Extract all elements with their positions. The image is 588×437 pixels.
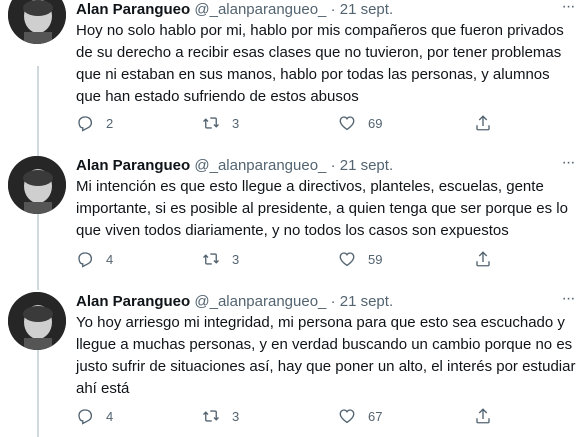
retweet-count: 3 <box>232 408 240 424</box>
like-button[interactable]: 69 <box>338 113 382 133</box>
avatar[interactable] <box>8 156 66 214</box>
retweet-icon <box>203 117 219 129</box>
author-handle[interactable]: @_alanparangueo_ <box>194 157 326 174</box>
tweet[interactable]: Alan Parangueo @_alanparangueo_ · 21 sep… <box>0 291 588 437</box>
more-options-icon[interactable]: ··· <box>558 291 578 312</box>
share-icon <box>476 408 490 424</box>
retweet-icon <box>203 253 219 265</box>
like-count: 69 <box>368 115 383 131</box>
retweet-button[interactable]: 3 <box>202 249 239 269</box>
like-count: 59 <box>368 251 383 267</box>
timestamp[interactable]: 21 sept. <box>340 293 393 310</box>
share-icon <box>476 115 490 131</box>
tweet-actions: 4 3 59 <box>76 249 506 269</box>
reply-count: 2 <box>106 115 114 131</box>
retweet-icon <box>203 410 219 422</box>
separator: · <box>330 157 336 174</box>
avatar[interactable] <box>8 0 66 44</box>
retweet-count: 3 <box>232 115 240 131</box>
share-button[interactable] <box>474 406 492 426</box>
reply-button[interactable]: 4 <box>76 406 113 426</box>
share-button[interactable] <box>474 113 492 133</box>
heart-icon <box>339 409 355 424</box>
reply-icon <box>78 409 93 425</box>
author-name[interactable]: Alan Parangueo <box>76 157 190 174</box>
heart-icon <box>339 116 355 131</box>
reply-button[interactable]: 2 <box>76 113 113 133</box>
like-button[interactable]: 67 <box>338 406 382 426</box>
reply-icon <box>78 252 93 268</box>
heart-icon <box>339 252 355 267</box>
tweet-text: Mi intención es que esto llegue a direct… <box>76 178 568 239</box>
like-count: 67 <box>368 408 383 424</box>
tweet-text: Hoy no solo hablo por mi, hablo por mis … <box>76 22 564 105</box>
reply-count: 4 <box>106 251 114 267</box>
share-button[interactable] <box>474 249 492 269</box>
tweet-actions: 2 3 69 <box>76 113 506 133</box>
author-handle[interactable]: @_alanparangueo_ <box>194 1 326 18</box>
separator: · <box>330 1 336 18</box>
like-button[interactable]: 59 <box>338 249 382 269</box>
retweet-button[interactable]: 3 <box>202 406 239 426</box>
author-name[interactable]: Alan Parangueo <box>76 293 190 310</box>
author-name[interactable]: Alan Parangueo <box>76 1 190 18</box>
reply-count: 4 <box>106 408 114 424</box>
more-options-icon[interactable]: ··· <box>558 0 578 20</box>
timestamp[interactable]: 21 sept. <box>340 157 393 174</box>
retweet-button[interactable]: 3 <box>202 113 239 133</box>
tweet-actions: 4 3 67 <box>76 406 506 426</box>
author-handle[interactable]: @_alanparangueo_ <box>194 293 326 310</box>
avatar[interactable] <box>8 292 66 350</box>
tweet-text: Yo hoy arriesgo mi integridad, mi person… <box>76 314 576 397</box>
tweet[interactable]: Alan Parangueo @_alanparangueo_ · 21 sep… <box>0 155 588 288</box>
separator: · <box>330 293 336 310</box>
more-options-icon[interactable]: ··· <box>558 155 578 176</box>
reply-button[interactable]: 4 <box>76 249 113 269</box>
tweet[interactable]: Alan Parangueo @_alanparangueo_ · 21 sep… <box>0 0 588 148</box>
share-icon <box>476 251 490 267</box>
reply-icon <box>78 116 93 132</box>
timestamp[interactable]: 21 sept. <box>340 1 393 18</box>
retweet-count: 3 <box>232 251 240 267</box>
